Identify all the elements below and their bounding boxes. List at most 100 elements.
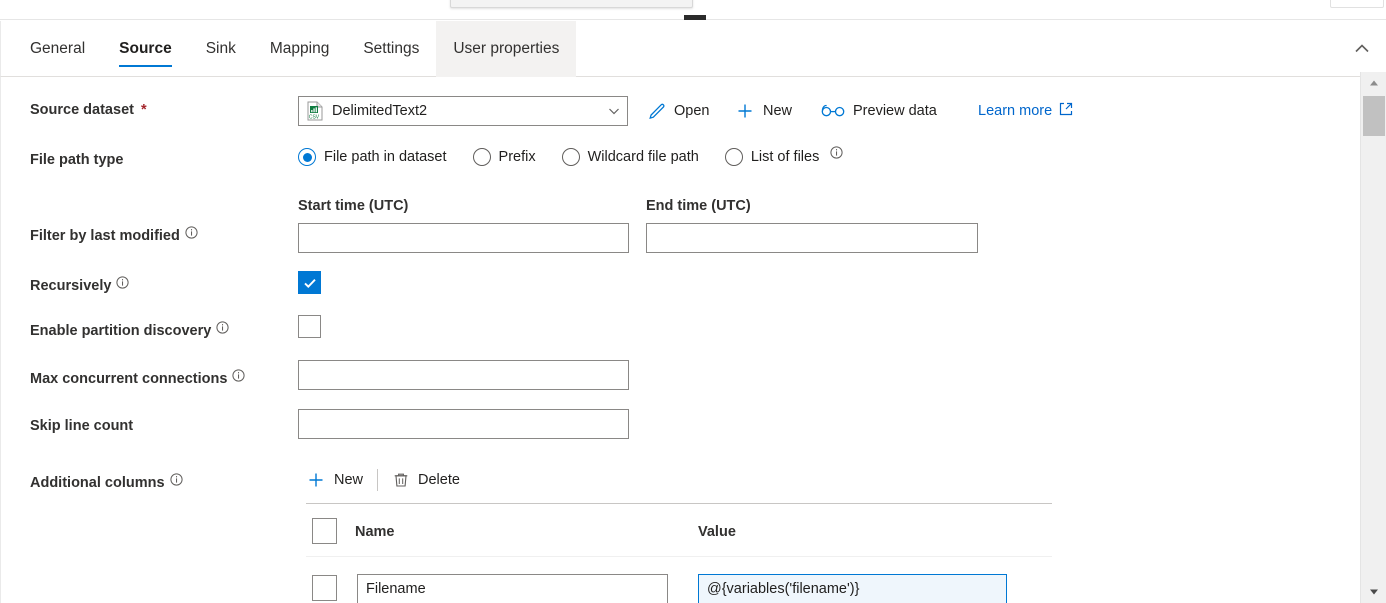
tab-general[interactable]: General — [13, 21, 102, 77]
info-icon[interactable] — [185, 225, 198, 239]
radio-wildcard-file-path[interactable]: Wildcard file path — [561, 148, 699, 166]
new-dataset-label: New — [763, 103, 793, 119]
horizontal-scrollbar-thumb[interactable] — [684, 15, 706, 20]
additional-column-name-input[interactable] — [357, 574, 668, 603]
radio-file-path-in-dataset[interactable]: File path in dataset — [298, 148, 447, 166]
add-column-button[interactable]: New — [306, 465, 363, 495]
source-dataset-label: Source dataset * — [30, 102, 147, 118]
file-path-type-label-text: File path type — [30, 152, 124, 168]
tab-list: General Source Sink Mapping Settings Use… — [13, 21, 577, 77]
filter-by-last-modified-label: Filter by last modified — [30, 225, 198, 244]
max-concurrent-connections-input[interactable] — [298, 360, 629, 390]
radio-dot-icon — [298, 148, 316, 166]
source-dataset-label-text: Source dataset — [30, 102, 134, 118]
pencil-icon — [647, 102, 666, 121]
tab-source-label: Source — [119, 40, 172, 57]
info-icon[interactable] — [216, 320, 229, 334]
learn-more-label: Learn more — [978, 103, 1053, 119]
add-column-label: New — [334, 472, 364, 488]
open-dataset-label: Open — [674, 103, 710, 119]
info-icon[interactable] — [232, 368, 246, 382]
skip-line-count-label: Skip line count — [30, 418, 133, 434]
window-top-strip — [0, 0, 1386, 20]
preview-data-button[interactable]: Preview data — [821, 96, 937, 126]
vertical-scrollbar-thumb[interactable] — [1363, 96, 1385, 136]
plus-icon — [306, 470, 326, 490]
checkmark-icon — [303, 278, 316, 288]
file-path-type-label: File path type — [30, 152, 123, 168]
external-link-icon — [1059, 102, 1073, 120]
tab-user-properties-label: User properties — [453, 40, 560, 57]
start-time-input[interactable] — [298, 223, 629, 253]
enable-partition-discovery-checkbox[interactable] — [298, 315, 321, 338]
tab-settings[interactable]: Settings — [346, 21, 436, 77]
file-path-type-radio-group: File path in dataset Prefix Wildcard fil… — [298, 145, 844, 166]
caret-up-icon[interactable] — [1361, 72, 1386, 94]
radio-dot-icon — [724, 148, 743, 166]
recursively-label: Recursively — [30, 275, 130, 294]
radio-dot-icon — [472, 148, 491, 166]
recursively-checkbox[interactable] — [298, 271, 321, 294]
tab-user-properties[interactable]: User properties — [436, 21, 577, 77]
vertical-scrollbar[interactable] — [1360, 72, 1386, 603]
clipped-panel-above — [450, 0, 693, 8]
max-concurrent-connections-label: Max concurrent connections — [30, 368, 246, 387]
new-dataset-button[interactable]: New — [735, 96, 792, 126]
additional-column-value-input[interactable] — [698, 574, 1007, 603]
radio-file-path-in-dataset-label: File path in dataset — [324, 149, 447, 165]
additional-columns-toolbar: New Delete — [306, 463, 460, 497]
learn-more-link[interactable]: Learn more — [978, 96, 1073, 126]
radio-list-of-files[interactable]: List of files — [724, 145, 844, 166]
enable-partition-discovery-label: Enable partition discovery — [30, 320, 229, 339]
tab-settings-label: Settings — [363, 40, 420, 57]
end-time-label: End time (UTC) — [646, 198, 751, 214]
chevron-up-icon[interactable] — [1352, 39, 1372, 59]
properties-tab-bar: General Source Sink Mapping Settings Use… — [0, 21, 1386, 77]
delimited-text-dataset-icon: CSV — [306, 101, 324, 121]
table-header-rule — [306, 556, 1052, 557]
info-icon[interactable] — [169, 472, 183, 486]
additional-columns-label: Additional columns — [30, 472, 183, 491]
source-dataset-value: DelimitedText2 — [332, 103, 428, 119]
radio-prefix[interactable]: Prefix — [472, 148, 536, 166]
max-concurrent-connections-label-text: Max concurrent connections — [30, 371, 228, 387]
radio-wildcard-file-path-label: Wildcard file path — [587, 149, 699, 165]
source-settings-form: Source dataset * CSV DelimitedText2 Open… — [0, 77, 1360, 603]
tab-mapping[interactable]: Mapping — [253, 21, 346, 77]
additional-columns-label-text: Additional columns — [30, 475, 165, 491]
column-header-value: Value — [698, 524, 736, 540]
filter-by-last-modified-label-text: Filter by last modified — [30, 228, 180, 244]
delete-column-label: Delete — [418, 472, 460, 488]
enable-partition-discovery-label-text: Enable partition discovery — [30, 323, 212, 339]
info-icon[interactable] — [116, 275, 130, 289]
trash-icon — [392, 471, 410, 489]
column-header-name: Name — [355, 524, 395, 540]
tab-sink-label: Sink — [205, 40, 236, 57]
activity-properties-panel: General Source Sink Mapping Settings Use… — [0, 0, 1386, 603]
radio-list-of-files-label: List of files — [750, 149, 820, 165]
tab-mapping-label: Mapping — [269, 40, 330, 57]
toolbar-divider — [377, 469, 379, 491]
glasses-icon — [821, 103, 845, 119]
radio-prefix-label: Prefix — [498, 149, 536, 165]
tab-sink[interactable]: Sink — [189, 21, 253, 77]
recursively-label-text: Recursively — [30, 278, 112, 294]
delete-column-button[interactable]: Delete — [392, 465, 460, 495]
info-icon[interactable] — [830, 145, 843, 159]
clipped-panel-above-right — [1330, 0, 1384, 8]
tab-source[interactable]: Source — [102, 21, 189, 77]
tab-general-label: General — [30, 40, 86, 57]
source-dataset-dropdown[interactable]: CSV DelimitedText2 — [298, 96, 628, 126]
caret-down-icon[interactable] — [1361, 581, 1386, 603]
toolbar-bottom-rule — [306, 503, 1052, 504]
select-all-checkbox[interactable] — [312, 518, 337, 544]
svg-text:CSV: CSV — [309, 114, 320, 120]
skip-line-count-input[interactable] — [298, 409, 629, 439]
open-dataset-button[interactable]: Open — [647, 96, 709, 126]
end-time-input[interactable] — [646, 223, 978, 253]
chevron-down-icon — [607, 104, 621, 118]
start-time-label: Start time (UTC) — [298, 198, 409, 214]
plus-icon — [735, 101, 755, 121]
row-select-checkbox[interactable] — [312, 575, 337, 601]
preview-data-label: Preview data — [853, 103, 937, 119]
